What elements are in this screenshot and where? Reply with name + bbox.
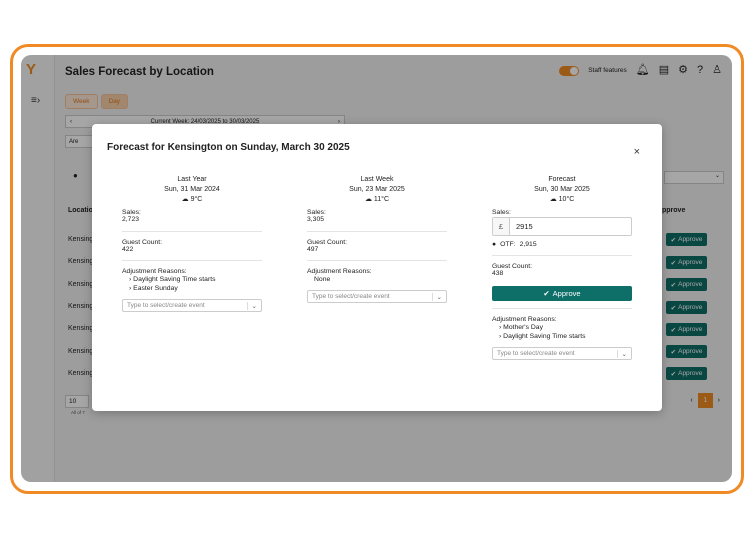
divider [122, 260, 262, 261]
check-circle-icon: ✔ [543, 289, 550, 298]
event-select-input[interactable]: Type to select/create event ⌄ [492, 347, 632, 360]
event-select-input[interactable]: Type to select/create event ⌄ [307, 290, 447, 303]
last-year-temp: 9°C [190, 196, 203, 203]
info-icon: ● [492, 241, 497, 248]
last-year-column: Last Year Sun, 31 Mar 2024 ☁ 9°C Sales: … [122, 175, 262, 312]
reason-text: Daylight Saving Time starts [503, 333, 586, 340]
last-week-temp: 11°C [373, 196, 390, 203]
last-week-column: Last Week Sun, 23 Mar 2025 ☁ 11°C Sales:… [307, 175, 447, 303]
event-select-input[interactable]: Type to select/create event ⌄ [122, 299, 262, 312]
adjustment-reasons-label: Adjustment Reasons: [307, 268, 372, 275]
adjustment-reasons-label: Adjustment Reasons: [492, 316, 557, 323]
close-icon[interactable]: × [634, 146, 640, 158]
adjustment-reasons-label: Adjustment Reasons: [122, 268, 187, 275]
modal-title: Forecast for Kensington on Sunday, March… [107, 142, 350, 153]
last-year-sales: 2,723 [122, 216, 140, 223]
cloud-rain-icon: ☁ [181, 196, 189, 203]
forecast-modal: Forecast for Kensington on Sunday, March… [92, 124, 662, 411]
approve-label: Approve [552, 289, 581, 298]
forecast-date: Sun, 30 Mar 2025 [534, 186, 590, 193]
otf-label: OTF: [500, 241, 516, 248]
forecast-temp: 10°C [558, 196, 575, 203]
reason-text: Mother's Day [503, 324, 543, 331]
last-year-weather: ☁ 9°C [122, 195, 262, 203]
event-select-placeholder: Type to select/create event [312, 293, 390, 300]
forecast-sales-field[interactable]: £ 2915 [492, 217, 632, 236]
adjustment-reason-item: › Mother's Day [499, 324, 543, 331]
divider [122, 231, 262, 232]
cloud-rain-icon: ☁ [549, 196, 557, 203]
divider [492, 255, 632, 256]
reason-text: Easter Sunday [133, 285, 178, 292]
guest-count-label: Guest Count: [492, 263, 533, 270]
event-select-placeholder: Type to select/create event [127, 302, 205, 309]
adjustment-reason-item: › Daylight Saving Time starts [129, 276, 216, 283]
forecast-column: Forecast Sun, 30 Mar 2025 ☁ 10°C Sales: … [492, 175, 632, 360]
last-week-heading: Last Week [360, 176, 394, 183]
forecast-guest-count: 438 [492, 270, 504, 277]
reason-text: Daylight Saving Time starts [133, 276, 216, 283]
adjustment-reason-none: None [314, 276, 331, 283]
last-year-date: Sun, 31 Mar 2024 [164, 186, 220, 193]
divider [307, 260, 447, 261]
sales-label: Sales: [122, 209, 141, 216]
chevron-down-icon[interactable]: ⌄ [431, 292, 442, 301]
cloud-rain-icon: ☁ [364, 196, 372, 203]
sales-label: Sales: [492, 209, 511, 216]
event-select-placeholder: Type to select/create event [497, 350, 575, 357]
chevron-down-icon[interactable]: ⌄ [616, 349, 627, 358]
guest-count-label: Guest Count: [122, 239, 163, 246]
adjustment-reason-item: › Daylight Saving Time starts [499, 333, 586, 340]
otf-value: 2,915 [519, 241, 537, 248]
otf-row: ● OTF: 2,915 [492, 241, 632, 248]
last-year-heading: Last Year [177, 176, 207, 183]
last-week-weather: ☁ 11°C [307, 195, 447, 203]
last-year-guest-count: 422 [122, 246, 134, 253]
sales-label: Sales: [307, 209, 326, 216]
forecast-sales-input[interactable]: 2915 [510, 218, 533, 235]
last-week-sales: 3,305 [307, 216, 325, 223]
adjustment-reason-item: › Easter Sunday [129, 285, 178, 292]
approve-button[interactable]: ✔ Approve [492, 286, 632, 301]
currency-symbol: £ [493, 218, 510, 235]
chevron-down-icon[interactable]: ⌄ [246, 301, 257, 310]
divider [307, 231, 447, 232]
guest-count-label: Guest Count: [307, 239, 348, 246]
divider [492, 308, 632, 309]
forecast-weather: ☁ 10°C [492, 195, 632, 203]
last-week-guest-count: 497 [307, 246, 319, 253]
last-week-date: Sun, 23 Mar 2025 [349, 186, 405, 193]
forecast-heading: Forecast [548, 176, 576, 183]
